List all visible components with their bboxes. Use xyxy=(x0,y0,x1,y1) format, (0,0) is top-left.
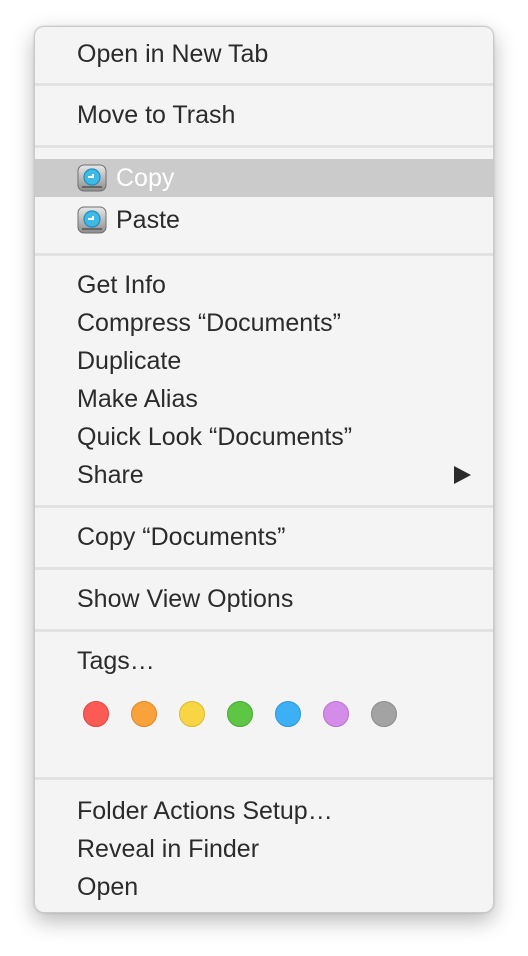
tag-orange-dot[interactable] xyxy=(131,701,157,727)
menu-item-get-info[interactable]: Get Info xyxy=(35,266,493,304)
menu-item-open[interactable]: Open xyxy=(35,868,493,906)
tag-purple-dot[interactable] xyxy=(323,701,349,727)
menu-item-copy[interactable]: Copy xyxy=(35,159,493,197)
menu-separator xyxy=(35,567,493,570)
app-drive-icon xyxy=(77,164,107,192)
menu-item-label: Open in New Tab xyxy=(77,39,269,68)
menu-item-label: Show View Options xyxy=(77,584,294,613)
menu-separator xyxy=(35,629,493,632)
menu-item-label: Copy “Documents” xyxy=(77,522,286,551)
menu-separator xyxy=(35,777,493,780)
menu-item-label: Make Alias xyxy=(77,384,198,413)
menu-separator xyxy=(35,145,493,148)
menu-item-quick-look[interactable]: Quick Look “Documents” xyxy=(35,418,493,456)
submenu-arrow-icon xyxy=(454,466,471,484)
menu-item-label: Tags… xyxy=(77,646,155,675)
menu-item-label: Duplicate xyxy=(77,346,182,375)
menu-item-label: Open xyxy=(77,872,139,901)
menu-item-label: Copy xyxy=(116,163,175,192)
menu-item-label: Share xyxy=(77,460,144,489)
menu-separator xyxy=(35,505,493,508)
menu-item-move-to-trash[interactable]: Move to Trash xyxy=(35,96,493,134)
menu-item-compress[interactable]: Compress “Documents” xyxy=(35,304,493,342)
menu-item-label: Move to Trash xyxy=(77,100,236,129)
menu-item-label: Compress “Documents” xyxy=(77,308,341,337)
menu-item-tags[interactable]: Tags… xyxy=(35,642,493,680)
menu-item-copy-documents[interactable]: Copy “Documents” xyxy=(35,518,493,556)
menu-item-show-view-options[interactable]: Show View Options xyxy=(35,580,493,618)
menu-item-paste[interactable]: Paste xyxy=(35,201,493,239)
menu-item-open-in-new-tab[interactable]: Open in New Tab xyxy=(35,35,493,73)
menu-item-label: Quick Look “Documents” xyxy=(77,422,353,451)
menu-separator xyxy=(35,83,493,86)
menu-item-share[interactable]: Share xyxy=(35,456,493,494)
menu-item-label: Get Info xyxy=(77,270,166,299)
menu-item-duplicate[interactable]: Duplicate xyxy=(35,342,493,380)
tag-red-dot[interactable] xyxy=(83,701,109,727)
tag-blue-dot[interactable] xyxy=(275,701,301,727)
menu-separator xyxy=(35,253,493,256)
menu-item-label: Paste xyxy=(116,205,180,234)
tag-yellow-dot[interactable] xyxy=(179,701,205,727)
context-menu: Open in New Tab Move to Trash Copy Paste… xyxy=(34,26,494,913)
app-drive-icon xyxy=(77,206,107,234)
menu-item-label: Reveal in Finder xyxy=(77,834,260,863)
menu-item-folder-actions-setup[interactable]: Folder Actions Setup… xyxy=(35,792,493,830)
menu-item-label: Folder Actions Setup… xyxy=(77,796,333,825)
tag-green-dot[interactable] xyxy=(227,701,253,727)
tag-color-picker xyxy=(83,701,419,727)
menu-item-make-alias[interactable]: Make Alias xyxy=(35,380,493,418)
menu-item-reveal-in-finder[interactable]: Reveal in Finder xyxy=(35,830,493,868)
tag-gray-dot[interactable] xyxy=(371,701,397,727)
